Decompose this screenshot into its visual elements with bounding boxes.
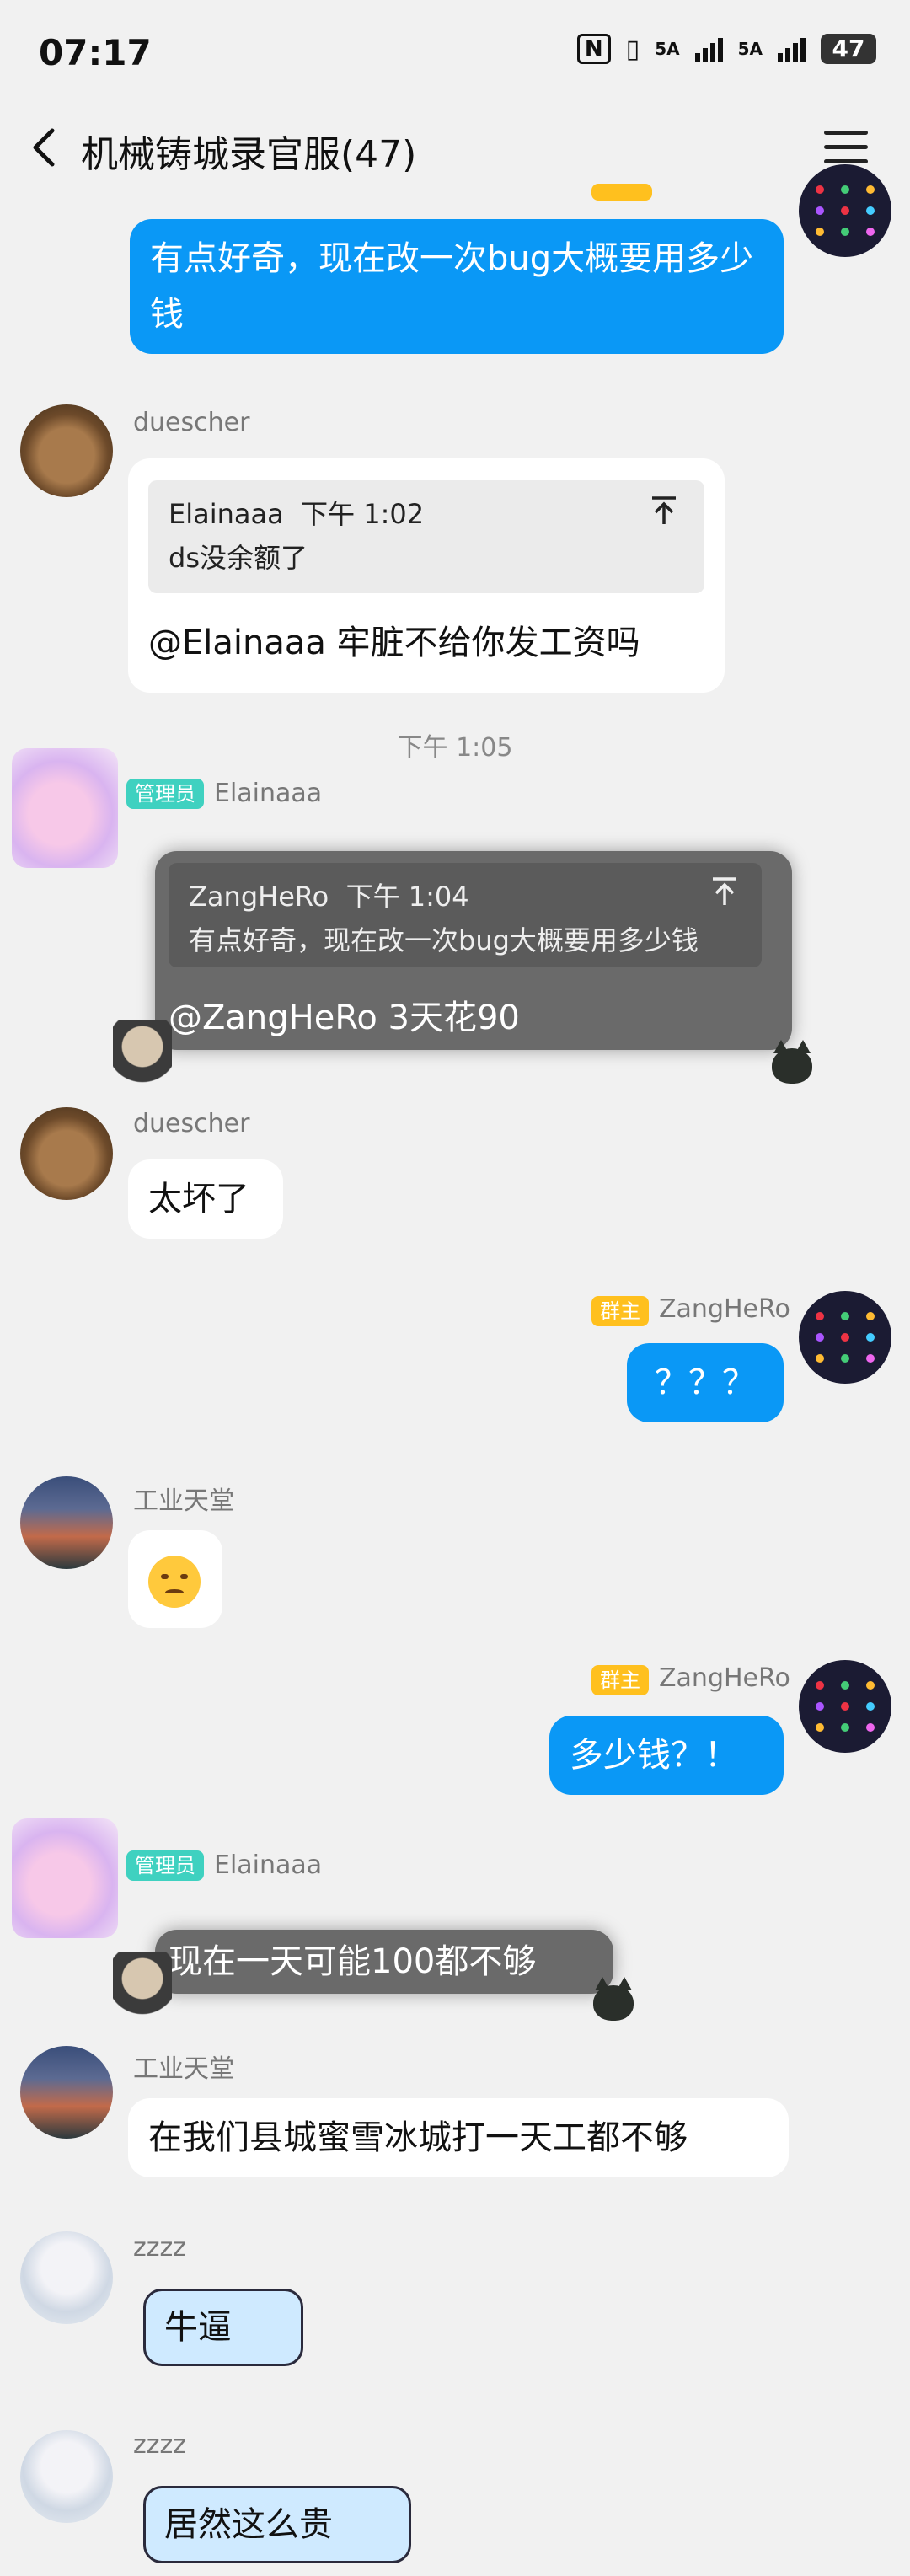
message-text: 在我们县城蜜雪冰城打一天工都不够 [148,2118,688,2157]
message-bubble[interactable] [128,1530,222,1628]
nfc-icon: N [576,34,611,64]
message-bubble[interactable]: 多少钱？！ [549,1716,784,1795]
avatar-zanghero[interactable] [799,1660,891,1753]
message-text: 多少钱？！ [570,1736,738,1775]
hamburger-menu-icon[interactable] [824,131,868,164]
message-bubble[interactable]: 现在一天可能100都不够 [155,1930,613,1994]
signal-1-label: 5A [655,39,680,59]
status-time: 07:17 [39,32,152,73]
signal-1-icon [694,36,723,62]
chat-header: 机械铸城录官服(47) [0,105,910,190]
avatar-zanghero[interactable] [799,1291,891,1384]
chat-title: 机械铸城录官服(47) [81,133,417,176]
message-text: 牛逼 [164,2308,232,2347]
owner-badge-partial [592,184,652,201]
cat-decoration-icon [772,1040,812,1084]
avatar-gongye-tiantang[interactable] [20,1476,113,1569]
timestamp: 下午 1:05 [397,733,513,763]
jump-to-original-icon[interactable] [650,495,677,532]
reply-quote[interactable]: ZangHeRo 下午 1:04 有点好奇，现在改一次bug大概要用多少钱 [169,863,762,967]
quote-time: 下午 1:04 [345,881,469,913]
bubble-decoration-icon [113,1952,172,2019]
bubble-decoration-icon [113,1020,172,1087]
cat-decoration-icon [593,1977,634,2021]
quote-text: ds没余额了 [169,542,308,574]
message-text: @ZangHeRo 3天花90 [169,999,520,1037]
message-bubble[interactable]: 太坏了 [128,1159,283,1239]
avatar-gongye-tiantang[interactable] [20,2046,113,2139]
owner-badge: 群主 [592,1296,649,1326]
quote-time: 下午 1:02 [301,498,425,530]
message-text: ？？？ [655,1363,756,1402]
frown-emoji-icon [148,1556,201,1608]
avatar-zzzz[interactable] [20,2430,113,2523]
sender-name: ZangHeRo [659,1294,790,1324]
status-icons: N ▯ 5A 5A 47 [576,34,876,64]
admin-badge: 管理员 [126,779,204,809]
message-bubble[interactable]: ？？？ [627,1343,784,1422]
message-text: 太坏了 [148,1180,249,1218]
sender-name: zzzz [133,2430,186,2460]
message-bubble[interactable]: 在我们县城蜜雪冰城打一天工都不够 [128,2098,789,2177]
sender-name: 工业天堂 [133,2054,234,2084]
message-bubble[interactable]: 牛逼 [143,2289,303,2366]
sender-name: duescher [133,408,250,437]
message-bubble[interactable]: 有点好奇，现在改一次bug大概要用多少钱 [130,219,784,354]
avatar-zanghero[interactable] [799,164,891,257]
battery-icon: 47 [821,34,876,64]
sender-name: Elainaaa [214,779,323,808]
quote-author: Elainaaa [169,498,284,530]
status-bar: 07:17 N ▯ 5A 5A 47 [0,0,910,101]
avatar-duescher[interactable] [20,1107,113,1200]
message-bubble[interactable]: 居然这么贵 [143,2486,411,2563]
message-text: 现在一天可能100都不够 [169,1942,537,1981]
jump-to-original-icon[interactable] [711,876,738,913]
sender-name: Elainaaa [214,1850,323,1880]
sender-name: zzzz [133,2233,186,2263]
avatar-elainaaa[interactable] [12,1818,118,1938]
signal-2-icon [778,36,806,62]
back-chevron-icon[interactable] [27,124,69,171]
sender-name: duescher [133,1109,250,1138]
message-text: @Elainaaa 牢脏不给你发工资吗 [148,624,640,662]
avatar-zzzz[interactable] [20,2231,113,2324]
owner-badge: 群主 [592,1665,649,1695]
avatar-elainaaa[interactable] [12,748,118,868]
message-text: 有点好奇，现在改一次bug大概要用多少钱 [150,239,754,334]
vibrate-icon: ▯ [625,34,640,64]
signal-2-label: 5A [737,39,763,59]
quote-text: 有点好奇，现在改一次bug大概要用多少钱 [189,924,699,956]
admin-badge: 管理员 [126,1850,204,1881]
reply-quote[interactable]: Elainaaa 下午 1:02 ds没余额了 [148,480,704,593]
message-text: 居然这么贵 [164,2505,333,2544]
avatar-duescher[interactable] [20,404,113,497]
sender-name: ZangHeRo [659,1663,790,1693]
sender-name: 工业天堂 [133,1486,234,1516]
quote-author: ZangHeRo [189,881,329,913]
